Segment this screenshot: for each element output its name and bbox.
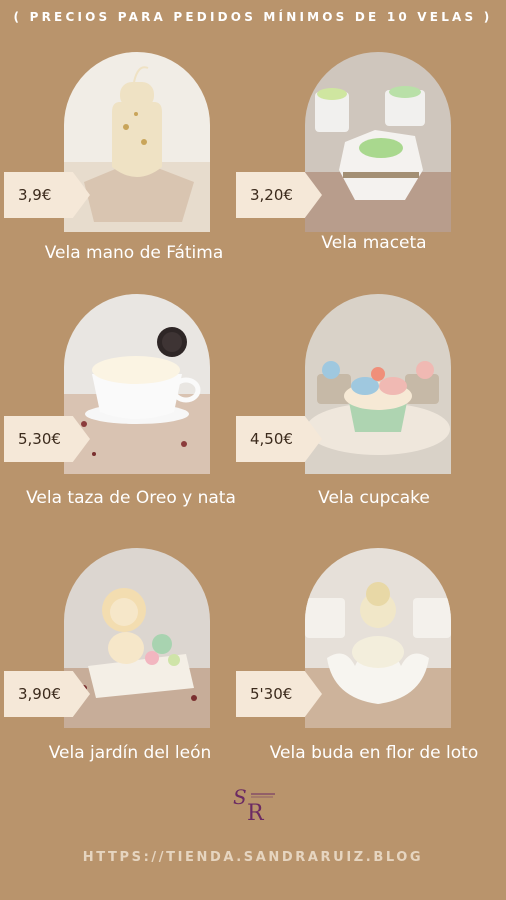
price-label: 3,20€ — [250, 186, 293, 204]
price-label: 4,50€ — [250, 430, 293, 448]
product-image-oreo-cup — [64, 294, 210, 474]
price-tag: 3,9€ — [4, 172, 90, 218]
price-tag: 3,90€ — [4, 671, 90, 717]
product-name: Vela cupcake — [318, 488, 430, 508]
svg-text:S: S — [233, 785, 247, 809]
product-name: Vela jardín del león — [48, 743, 212, 763]
product-image-cupcake — [305, 294, 451, 474]
product-name: Vela mano de Fátima — [44, 243, 224, 263]
price-label: 3,9€ — [18, 186, 52, 204]
price-label: 5,30€ — [18, 430, 61, 448]
footer-url[interactable]: HTTPS://TIENDA.SANDRARUIZ.BLOG — [0, 850, 506, 865]
product-image-pot-candle — [305, 52, 451, 232]
price-tag: 5'30€ — [236, 671, 322, 717]
brand-logo: S R — [223, 780, 283, 830]
product-image-fatima-hand — [64, 52, 210, 232]
page-header: ( PRECIOS PARA PEDIDOS MÍNIMOS DE 10 VEL… — [13, 10, 493, 24]
price-tag: 3,20€ — [236, 172, 322, 218]
price-label: 5'30€ — [250, 685, 293, 703]
product-name: Vela maceta — [321, 233, 427, 253]
price-label: 3,90€ — [18, 685, 61, 703]
product-image-lion-garden — [64, 548, 210, 728]
svg-text:R: R — [247, 801, 265, 826]
product-name: Vela taza de Oreo y nata — [26, 488, 236, 508]
product-name: Vela buda en flor de loto — [269, 743, 479, 763]
price-tag: 4,50€ — [236, 416, 322, 462]
product-image-buddha-lotus — [305, 548, 451, 728]
price-tag: 5,30€ — [4, 416, 90, 462]
